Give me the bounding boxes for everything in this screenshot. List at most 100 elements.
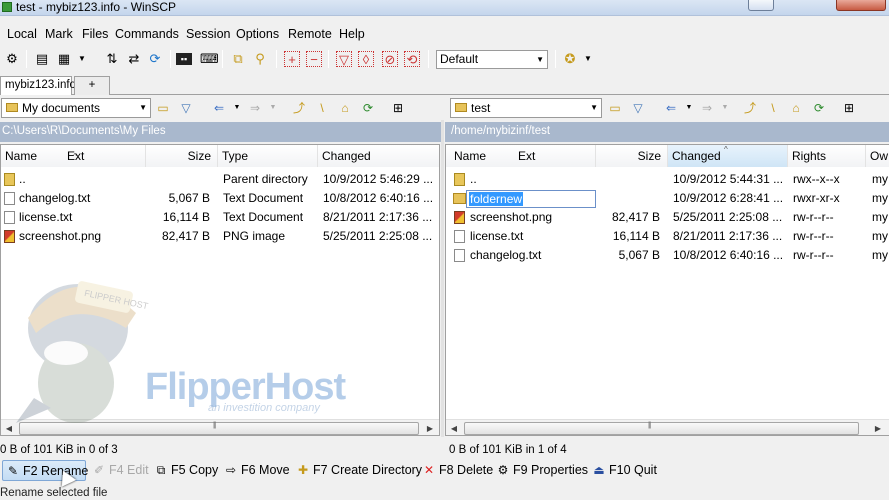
right-col-rights[interactable]: Rights	[788, 145, 866, 167]
filter-folder-icon[interactable]: ▽	[629, 99, 647, 117]
table-row[interactable]: license.txt 16,114 B Text Document 8/21/…	[1, 208, 439, 227]
close-icon[interactable]	[836, 0, 886, 11]
back-dropdown-icon[interactable]: ▼	[228, 99, 246, 117]
open-directory-icon[interactable]: ▭	[154, 99, 172, 117]
panel-splitter[interactable]	[441, 120, 444, 437]
find-files-icon[interactable]: ⚲	[252, 51, 268, 67]
queue-icon[interactable]: ▦	[56, 51, 72, 67]
folder-icon	[453, 193, 466, 204]
preferences-gear-icon[interactable]: ⚙	[4, 51, 20, 67]
console-icon[interactable]: ▪▪	[176, 53, 192, 65]
transfer-options-icon[interactable]: ✪	[562, 51, 578, 67]
open-terminal-icon[interactable]: ▤	[34, 51, 50, 67]
scroll-thumb[interactable]	[464, 422, 859, 435]
properties-button[interactable]: ⚙ F9 Properties	[496, 460, 588, 481]
menu-files[interactable]: Files	[82, 26, 108, 42]
forward-arrow-icon[interactable]: ⇒	[698, 99, 716, 117]
table-row[interactable]: license.txt 16,114 B 8/21/2011 2:17:36 .…	[446, 227, 889, 246]
table-row[interactable]: screenshot.png 82,417 B 5/25/2011 2:25:0…	[446, 208, 889, 227]
right-col-name[interactable]: Name Ext	[446, 145, 596, 167]
right-col-changed[interactable]: Changed ^	[668, 145, 788, 167]
edit-button[interactable]: ✐ F4 Edit	[92, 460, 149, 481]
root-directory-icon[interactable]: \	[764, 99, 782, 117]
back-dropdown-icon[interactable]: ▼	[680, 99, 698, 117]
filter-folder-icon[interactable]: ▽	[177, 99, 195, 117]
parent-directory-icon[interactable]: ⤴	[741, 99, 759, 117]
left-col-changed[interactable]: Changed	[318, 145, 439, 167]
folder-icon	[455, 103, 467, 112]
right-col-size[interactable]: Size	[596, 145, 668, 167]
rename-input[interactable]: foldernew	[466, 190, 596, 208]
right-location-select[interactable]: test ▼	[450, 98, 602, 118]
open-directory-icon[interactable]: ▭	[606, 99, 624, 117]
tree-view-icon[interactable]: ⊞	[840, 99, 858, 117]
new-session-tab[interactable]: +	[74, 76, 110, 95]
menu-remote[interactable]: Remote	[288, 26, 332, 42]
move-button[interactable]: ⇨ F6 Move	[224, 460, 290, 481]
scroll-left-icon[interactable]: ◀	[446, 421, 462, 435]
synchronize-icon[interactable]: ⇅	[104, 51, 120, 67]
file-size	[146, 170, 210, 189]
tree-view-icon[interactable]: ⊞	[389, 99, 407, 117]
right-file-list[interactable]: Name Ext Size Changed ^ Rights Ow .. 10/…	[445, 144, 889, 436]
quit-button[interactable]: ⏏ F10 Quit	[592, 460, 657, 481]
forward-dropdown-icon[interactable]: ▼	[716, 99, 734, 117]
minimize-icon[interactable]	[748, 0, 774, 11]
back-arrow-icon[interactable]: ⇐	[662, 99, 680, 117]
delete-button[interactable]: ✕ F8 Delete	[422, 460, 493, 481]
create-directory-icon: ✚	[297, 463, 309, 477]
left-location-value: My documents	[22, 101, 101, 115]
refresh-icon[interactable]: ⟳	[359, 99, 377, 117]
menu-help[interactable]: Help	[339, 26, 365, 42]
unselect-files-icon[interactable]: −	[306, 51, 322, 67]
tab-session-mybiz123[interactable]: mybiz123.info	[0, 76, 76, 95]
queue-dropdown-icon[interactable]: ▼	[74, 51, 90, 67]
parent-directory-icon[interactable]: ⤴	[290, 99, 308, 117]
menu-session[interactable]: Session	[186, 26, 230, 42]
table-row[interactable]: .. Parent directory 10/9/2012 5:46:29 ..…	[1, 170, 439, 189]
left-location-select[interactable]: My documents ▼	[1, 98, 151, 118]
left-col-name[interactable]: Name Ext ^	[1, 145, 146, 167]
table-row[interactable]: changelog.txt 5,067 B 10/8/2012 6:40:16 …	[446, 246, 889, 265]
menu-commands[interactable]: Commands	[115, 26, 179, 42]
table-row-editing[interactable]: foldernew 10/9/2012 6:28:41 ... rwxr-xr-…	[446, 189, 889, 208]
menu-options[interactable]: Options	[236, 26, 279, 42]
right-col-owner[interactable]: Ow	[866, 145, 889, 167]
select-files-icon[interactable]: +	[284, 51, 300, 67]
root-directory-icon[interactable]: \	[313, 99, 331, 117]
back-arrow-icon[interactable]: ⇐	[210, 99, 228, 117]
refresh-icon[interactable]: ⟳	[147, 51, 163, 67]
home-directory-icon[interactable]: ⌂	[336, 99, 354, 117]
file-type: Parent directory	[223, 172, 308, 186]
forward-dropdown-icon[interactable]: ▼	[264, 99, 282, 117]
table-row[interactable]: .. 10/9/2012 5:44:31 ... rwx--x--x my	[446, 170, 889, 189]
refresh-icon[interactable]: ⟳	[810, 99, 828, 117]
invert-selection-icon[interactable]: ◊	[358, 51, 374, 67]
scroll-right-icon[interactable]: ▶	[422, 421, 438, 435]
create-directory-button[interactable]: ✚ F7 Create Directory	[296, 460, 422, 481]
menu-local[interactable]: Local	[7, 26, 37, 42]
chevron-down-icon: ▼	[590, 103, 598, 112]
compare-directories-icon[interactable]: ⧉	[230, 51, 246, 67]
left-col-type[interactable]: Type	[218, 145, 318, 167]
left-col-size[interactable]: Size	[146, 145, 218, 167]
transfer-options-dropdown-icon[interactable]: ▼	[580, 51, 596, 67]
right-current-path: /home/mybizinf/test	[445, 122, 889, 142]
clear-selection-icon[interactable]: ⊘	[382, 51, 398, 67]
parent-folder-icon	[4, 173, 15, 186]
file-size: 16,114 B	[612, 229, 660, 243]
table-row[interactable]: screenshot.png 82,417 B PNG image 5/25/2…	[1, 227, 439, 246]
forward-arrow-icon[interactable]: ⇒	[246, 99, 264, 117]
right-horizontal-scrollbar[interactable]: ◀ ||| ▶	[446, 419, 889, 435]
home-directory-icon[interactable]: ⌂	[787, 99, 805, 117]
transfer-settings-select[interactable]: Default ▼	[436, 50, 548, 69]
putty-icon[interactable]: ⌨	[200, 51, 219, 67]
file-changed: 10/9/2012 5:46:29 ...	[323, 172, 434, 186]
table-row[interactable]: changelog.txt 5,067 B Text Document 10/8…	[1, 189, 439, 208]
keep-up-to-date-icon[interactable]: ⇄	[126, 51, 142, 67]
restore-selection-icon[interactable]: ⟲	[404, 51, 420, 67]
menu-mark[interactable]: Mark	[45, 26, 73, 42]
filter-icon[interactable]: ▽	[336, 51, 352, 67]
scroll-right-icon[interactable]: ▶	[870, 421, 886, 435]
copy-button[interactable]: ⧉ F5 Copy	[154, 460, 219, 481]
